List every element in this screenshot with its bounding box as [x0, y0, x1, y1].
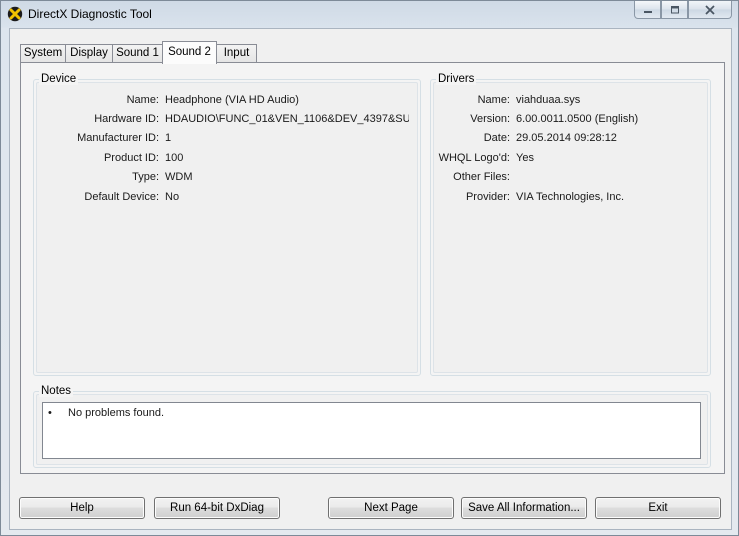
- tab-panel-sound-2: Device Name: Headphone (VIA HD Audio) Ha…: [20, 62, 725, 474]
- minimize-icon: [643, 10, 652, 13]
- tab-system[interactable]: System: [20, 44, 66, 63]
- device-row-product-id: Product ID: 100: [34, 152, 414, 166]
- drivers-label: WHQL Logo'd:: [438, 152, 510, 164]
- device-row-name: Name: Headphone (VIA HD Audio): [34, 94, 414, 108]
- drivers-label: Other Files:: [453, 171, 510, 183]
- notes-textbox[interactable]: • No problems found.: [42, 402, 701, 459]
- drivers-label: Date:: [483, 132, 510, 144]
- title-bar[interactable]: DirectX Diagnostic Tool: [1, 1, 738, 27]
- notes-group: Notes • No problems found.: [33, 385, 711, 468]
- save-all-information-button[interactable]: Save All Information...: [461, 497, 587, 519]
- window-title: DirectX Diagnostic Tool: [28, 7, 152, 21]
- device-label: Name:: [126, 94, 159, 106]
- notes-bullet: •: [48, 407, 52, 419]
- client-area: System Display Sound 1 Sound 2 Input Dev…: [9, 28, 732, 530]
- device-value: Headphone (VIA HD Audio): [165, 94, 299, 106]
- tab-input[interactable]: Input: [216, 44, 257, 63]
- close-icon: [705, 4, 715, 15]
- drivers-value: VIA Technologies, Inc.: [516, 191, 625, 203]
- tab-display[interactable]: Display: [65, 44, 113, 63]
- device-heading: Device: [39, 73, 79, 85]
- drivers-row-version: Version: 6.00.0011.0500 (English): [431, 113, 706, 127]
- drivers-value: viahduaa.sys: [516, 94, 581, 106]
- tab-sound-2[interactable]: Sound 2: [162, 41, 217, 64]
- device-label: Default Device:: [84, 191, 159, 203]
- device-row-default-device: Default Device: No: [34, 191, 414, 205]
- drivers-row-date: Date: 29.05.2014 09:28:12: [431, 132, 706, 146]
- minimize-button[interactable]: [634, 1, 661, 19]
- device-value: 100: [165, 152, 184, 164]
- device-value: WDM: [165, 171, 193, 183]
- help-button[interactable]: Help: [19, 497, 145, 519]
- device-value: 1: [165, 132, 172, 144]
- device-value: HDAUDIO\FUNC_01&VEN_1106&DEV_4397&SUBSY: [165, 113, 409, 125]
- caption-buttons: [634, 1, 732, 19]
- drivers-label: Name:: [477, 94, 510, 106]
- drivers-group: Drivers Name: viahduaa.sys Version: 6.00…: [430, 73, 711, 376]
- device-label: Product ID:: [103, 152, 159, 164]
- device-row-hardware-id: Hardware ID: HDAUDIO\FUNC_01&VEN_1106&DE…: [34, 113, 414, 127]
- directx-x-icon: [7, 6, 23, 22]
- drivers-heading: Drivers: [436, 73, 477, 85]
- device-label: Type:: [132, 171, 159, 183]
- tab-sound-1[interactable]: Sound 1: [112, 44, 163, 63]
- device-label: Hardware ID:: [94, 113, 159, 125]
- device-group: Device Name: Headphone (VIA HD Audio) Ha…: [33, 73, 421, 376]
- maximize-icon: [670, 5, 679, 13]
- app-window: DirectX Diagnostic Tool System Display S…: [0, 0, 739, 536]
- drivers-value: 6.00.0011.0500 (English): [516, 113, 639, 125]
- drivers-value: 29.05.2014 09:28:12: [516, 132, 617, 144]
- drivers-label: Version:: [470, 113, 510, 125]
- drivers-row-other-files: Other Files:: [431, 171, 706, 185]
- drivers-row-name: Name: viahduaa.sys: [431, 94, 706, 108]
- device-row-manufacturer-id: Manufacturer ID: 1: [34, 132, 414, 146]
- drivers-row-whql: WHQL Logo'd: Yes: [431, 152, 706, 166]
- run-64bit-dxdiag-button[interactable]: Run 64-bit DxDiag: [154, 497, 280, 519]
- next-page-button[interactable]: Next Page: [328, 497, 454, 519]
- drivers-value: Yes: [516, 152, 534, 164]
- drivers-label: Provider:: [465, 191, 510, 203]
- notes-heading: Notes: [39, 385, 74, 397]
- device-label: Manufacturer ID:: [77, 132, 159, 144]
- device-value: No: [165, 191, 180, 203]
- close-button[interactable]: [688, 1, 732, 19]
- exit-button[interactable]: Exit: [595, 497, 721, 519]
- drivers-row-provider: Provider: VIA Technologies, Inc.: [431, 191, 706, 205]
- device-row-type: Type: WDM: [34, 171, 414, 185]
- notes-item: No problems found.: [68, 407, 164, 419]
- maximize-button[interactable]: [661, 1, 688, 19]
